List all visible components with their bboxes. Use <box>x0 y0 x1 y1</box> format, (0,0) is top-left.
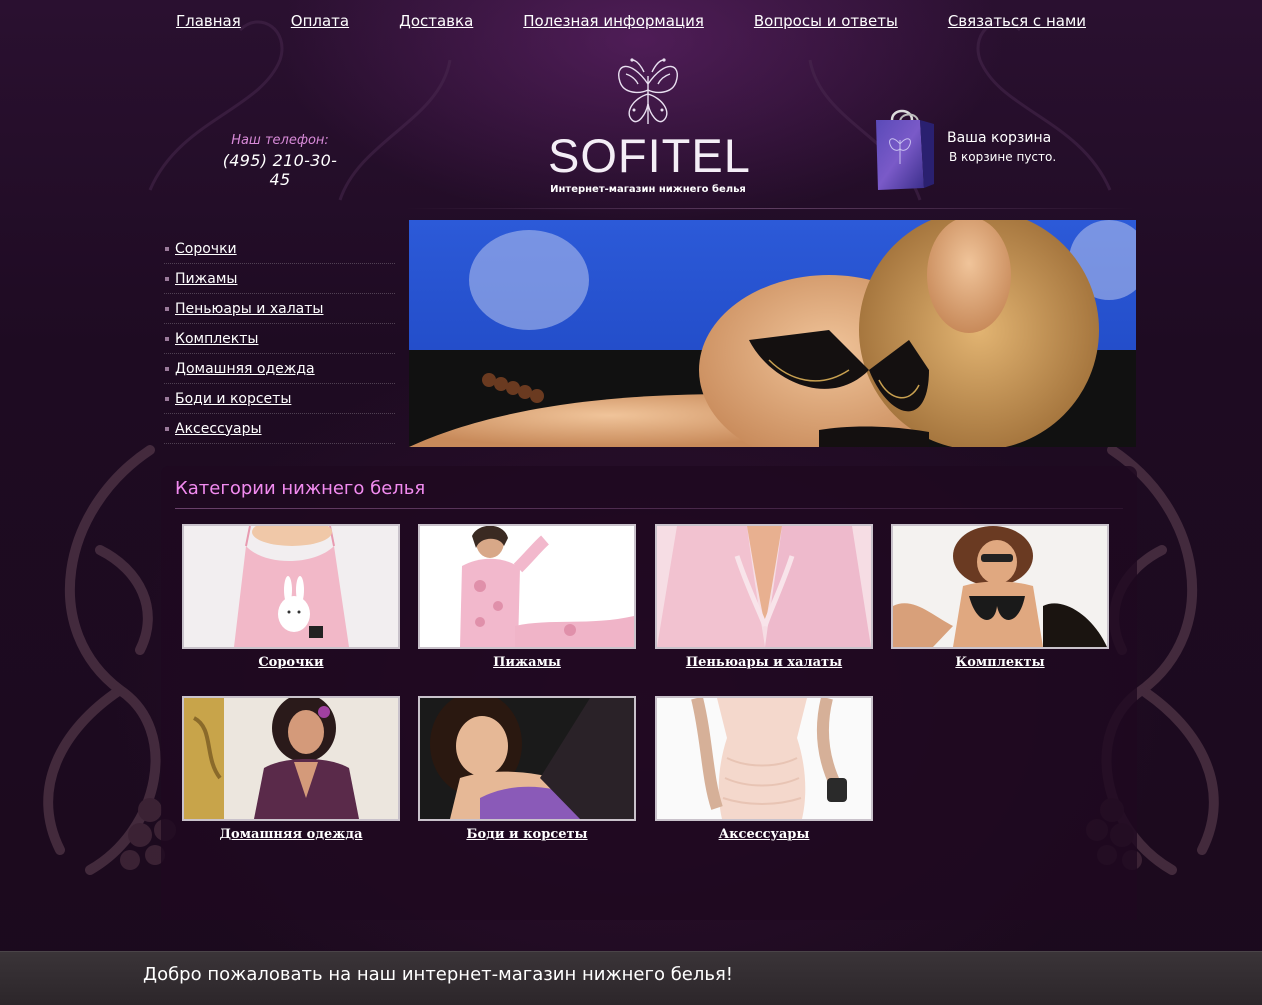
bullet-icon <box>165 246 169 251</box>
sidebar-link-robes[interactable]: Пеньюары и халаты <box>175 301 323 317</box>
bullet-icon <box>165 396 169 401</box>
bullet-icon <box>165 276 169 281</box>
bullet-icon <box>165 306 169 311</box>
sidebar-menu: Сорочки Пижамы Пеньюары и халаты Комплек… <box>164 234 395 444</box>
category-card-pajamas: Пижамы <box>418 524 636 670</box>
cart-title: Ваша корзина <box>947 130 1052 146</box>
sidebar-link-homewear[interactable]: Домашняя одежда <box>175 361 315 377</box>
butterfly-icon <box>618 58 678 124</box>
sidebar-link-accessories[interactable]: Аксессуары <box>175 421 262 437</box>
bullet-icon <box>165 366 169 371</box>
category-link-homewear[interactable]: Домашняя одежда <box>182 827 400 842</box>
category-card-robes: Пеньюары и халаты <box>655 524 873 670</box>
category-card-homewear: Домашняя одежда <box>182 696 400 842</box>
category-image-nightgowns[interactable] <box>182 524 400 649</box>
categories-divider <box>175 508 1123 509</box>
category-link-nightgowns[interactable]: Сорочки <box>182 655 400 670</box>
header-divider <box>405 208 1135 209</box>
category-link-bodies[interactable]: Боди и корсеты <box>418 827 636 842</box>
category-link-robes[interactable]: Пеньюары и халаты <box>655 655 873 670</box>
nav-useful-info[interactable]: Полезная информация <box>523 12 704 30</box>
category-card-bodies: Боди и корсеты <box>418 696 636 842</box>
nav-faq[interactable]: Вопросы и ответы <box>754 12 898 30</box>
sidebar-item-accessories: Аксессуары <box>164 414 395 444</box>
category-card-nightgowns: Сорочки <box>182 524 400 670</box>
sidebar-link-sets[interactable]: Комплекты <box>175 331 258 347</box>
sidebar-item-sets: Комплекты <box>164 324 395 354</box>
nav-contact[interactable]: Связаться с нами <box>948 12 1086 30</box>
categories-panel: Категории нижнего белья Сорочки Пижамы П… <box>161 466 1137 920</box>
footer-bar: Добро пожаловать на наш интернет-магазин… <box>0 951 1262 1005</box>
hero-banner-image <box>409 220 1136 447</box>
top-navigation: Главная Оплата Доставка Полезная информа… <box>0 12 1262 30</box>
nav-home[interactable]: Главная <box>176 12 241 30</box>
bullet-icon <box>165 426 169 431</box>
nav-payment[interactable]: Оплата <box>291 12 349 30</box>
sidebar-link-nightgowns[interactable]: Сорочки <box>175 241 237 257</box>
cart-status: В корзине пусто. <box>949 150 1057 164</box>
site-logo[interactable]: SOFITEL Интернет-магазин нижнего белья <box>548 54 751 199</box>
category-card-accessories: Аксессуары <box>655 696 873 842</box>
category-image-accessories[interactable] <box>655 696 873 821</box>
category-image-pajamas[interactable] <box>418 524 636 649</box>
sidebar-link-bodies[interactable]: Боди и корсеты <box>175 391 291 407</box>
phone-number: (495) 210-30-45 <box>222 151 338 189</box>
category-image-homewear[interactable] <box>182 696 400 821</box>
sidebar-item-homewear: Домашняя одежда <box>164 354 395 384</box>
sidebar-item-robes: Пеньюары и халаты <box>164 294 395 324</box>
sidebar-item-nightgowns: Сорочки <box>164 234 395 264</box>
logo-wordmark: SOFITEL <box>548 129 751 182</box>
phone-block: Наш телефон: (495) 210-30-45 <box>215 133 345 189</box>
sidebar-item-bodies: Боди и корсеты <box>164 384 395 414</box>
shopping-bag-icon <box>876 109 934 190</box>
categories-title: Категории нижнего белья <box>175 478 426 499</box>
category-card-sets: Комплекты <box>891 524 1109 670</box>
footer-welcome-text: Добро пожаловать на наш интернет-магазин… <box>143 964 734 985</box>
sidebar-link-pajamas[interactable]: Пижамы <box>175 271 237 287</box>
phone-label: Наш телефон: <box>231 133 329 148</box>
category-link-pajamas[interactable]: Пижамы <box>418 655 636 670</box>
category-image-bodies[interactable] <box>418 696 636 821</box>
category-image-robes[interactable] <box>655 524 873 649</box>
category-link-accessories[interactable]: Аксессуары <box>655 827 873 842</box>
nav-delivery[interactable]: Доставка <box>399 12 473 30</box>
category-image-sets[interactable] <box>891 524 1109 649</box>
bullet-icon <box>165 336 169 341</box>
logo-tagline: Интернет-магазин нижнего белья <box>550 184 746 195</box>
sidebar-item-pajamas: Пижамы <box>164 264 395 294</box>
cart-widget[interactable]: Ваша корзина В корзине пусто. <box>872 108 1072 194</box>
category-link-sets[interactable]: Комплекты <box>891 655 1109 670</box>
